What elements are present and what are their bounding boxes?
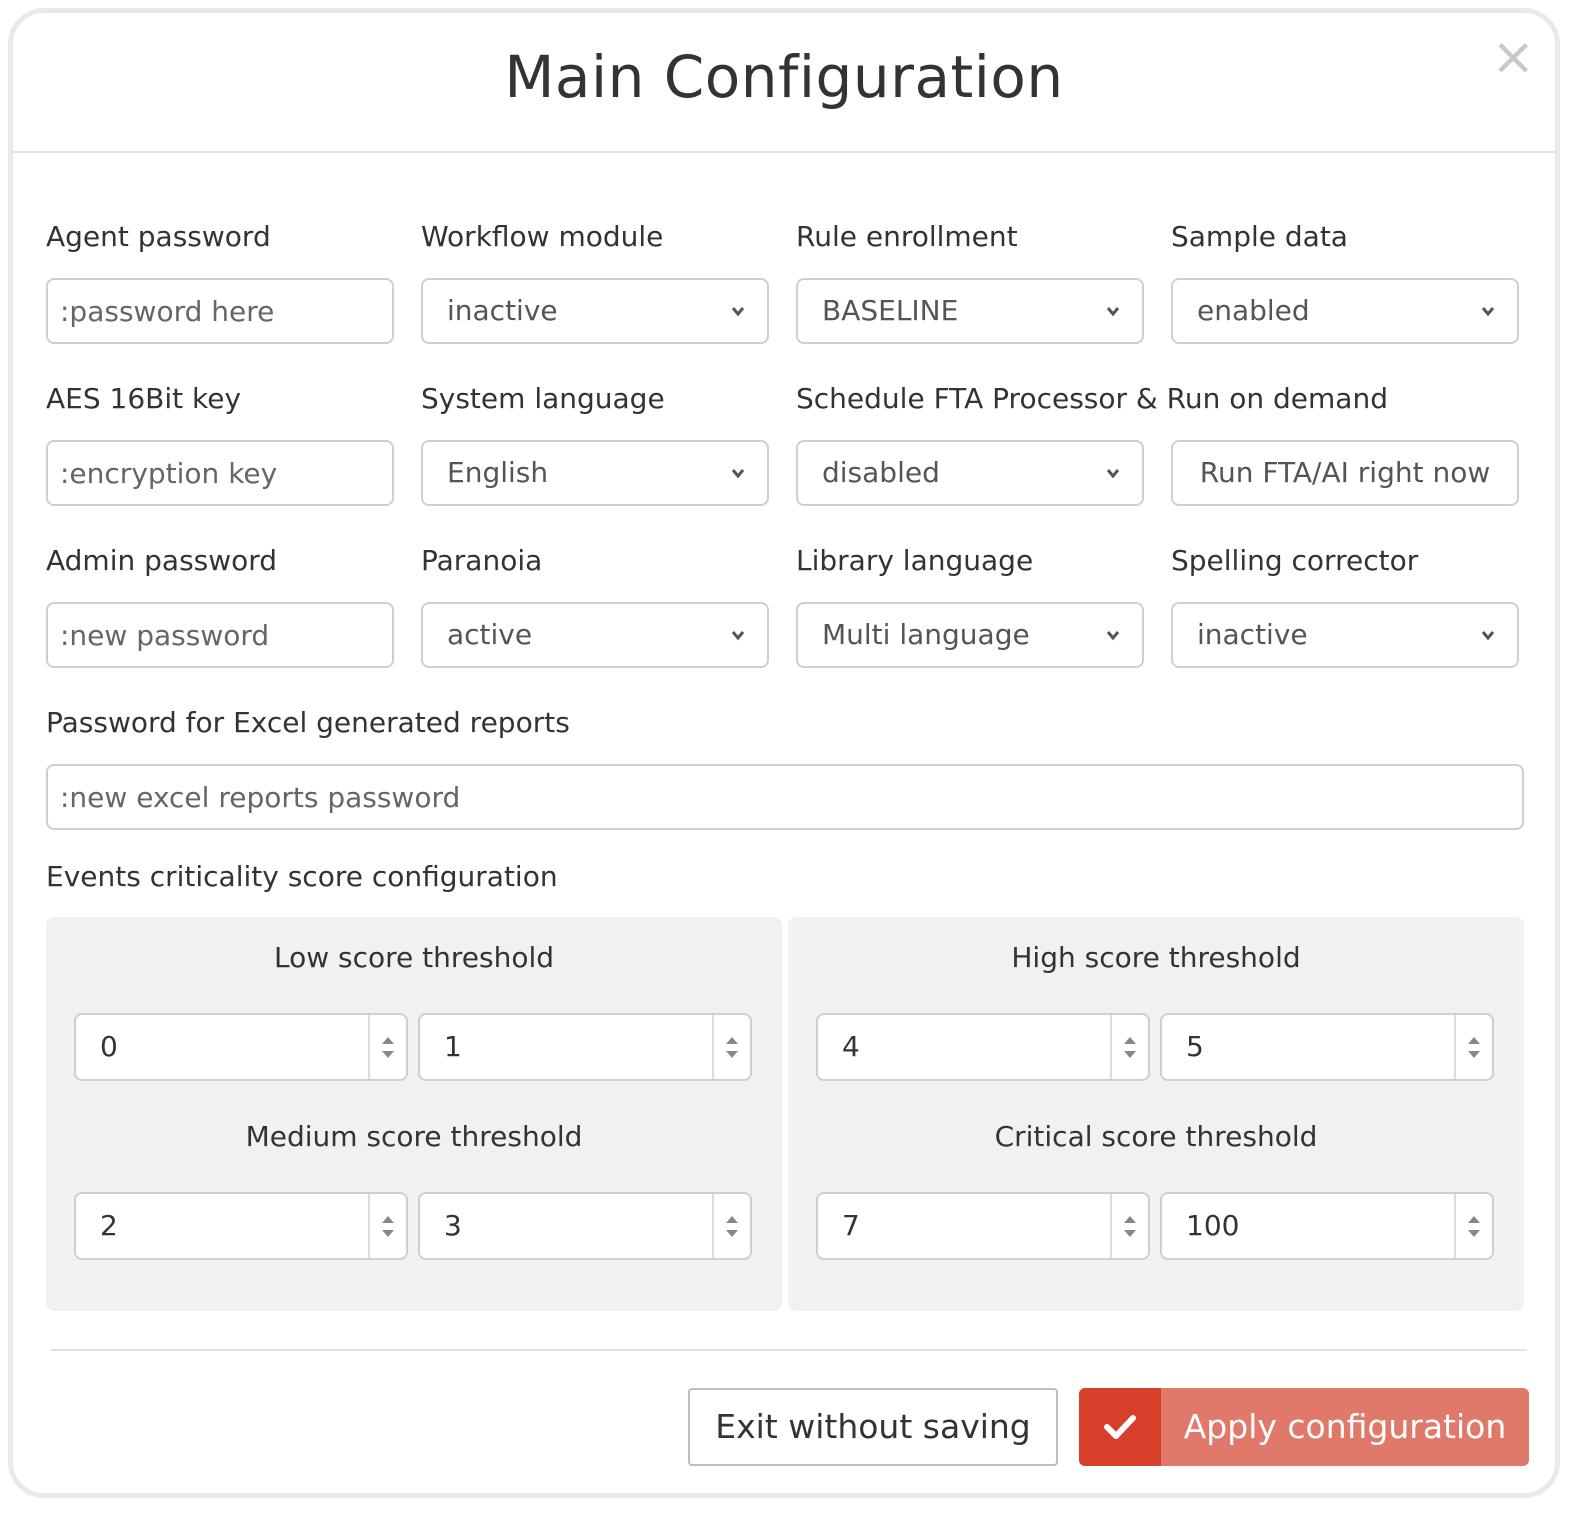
library-language-label: Library language [796, 544, 1034, 577]
dialog-header: Main Configuration × [13, 13, 1555, 153]
score-panel-right: High score threshold 4 5 Critical score … [788, 917, 1524, 1311]
critical-threshold-max-value: 100 [1186, 1209, 1240, 1242]
medium-threshold-min-value: 2 [100, 1209, 118, 1242]
agent-password-input[interactable] [46, 278, 394, 344]
workflow-module-value: inactive [447, 294, 558, 327]
schedule-fta-select[interactable]: disabled [796, 440, 1144, 506]
spinner-icon[interactable] [368, 1015, 406, 1079]
aes-key-input[interactable] [46, 440, 394, 506]
excel-password-input[interactable] [46, 764, 1524, 830]
chevron-down-icon [1106, 631, 1120, 641]
workflow-module-select[interactable]: inactive [421, 278, 769, 344]
spinner-icon[interactable] [368, 1194, 406, 1258]
admin-password-label: Admin password [46, 544, 278, 577]
score-section-label: Events criticality score configuration [46, 860, 558, 893]
sample-data-select[interactable]: enabled [1171, 278, 1519, 344]
spinner-icon[interactable] [1110, 1015, 1148, 1079]
chevron-down-icon [731, 469, 745, 479]
medium-threshold-min-input[interactable]: 2 [74, 1192, 408, 1260]
aes-key-label: AES 16Bit key [46, 382, 242, 415]
high-threshold-min-input[interactable]: 4 [816, 1013, 1150, 1081]
library-language-value: Multi language [822, 618, 1030, 651]
sample-data-label: Sample data [1171, 220, 1348, 253]
configuration-dialog: Main Configuration × Agent password Work… [8, 8, 1560, 1498]
rule-enrollment-label: Rule enrollment [796, 220, 1018, 253]
paranoia-label: Paranoia [421, 544, 543, 577]
spinner-icon[interactable] [1110, 1194, 1148, 1258]
chevron-down-icon [1106, 307, 1120, 317]
critical-threshold-label: Critical score threshold [994, 1120, 1318, 1153]
library-language-select[interactable]: Multi language [796, 602, 1144, 668]
high-threshold-max-input[interactable]: 5 [1160, 1013, 1494, 1081]
chevron-down-icon [731, 307, 745, 317]
system-language-select[interactable]: English [421, 440, 769, 506]
rule-enrollment-select[interactable]: BASELINE [796, 278, 1144, 344]
exit-without-saving-button[interactable]: Exit without saving [688, 1388, 1058, 1466]
dialog-title: Main Configuration [504, 43, 1064, 111]
chevron-down-icon [1106, 469, 1120, 479]
medium-threshold-max-value: 3 [444, 1209, 462, 1242]
high-threshold-label: High score threshold [1011, 941, 1301, 974]
schedule-fta-value: disabled [822, 456, 940, 489]
chevron-down-icon [731, 631, 745, 641]
system-language-value: English [447, 456, 549, 489]
workflow-module-label: Workflow module [421, 220, 664, 253]
system-language-label: System language [421, 382, 665, 415]
critical-threshold-max-input[interactable]: 100 [1160, 1192, 1494, 1260]
spelling-corrector-value: inactive [1197, 618, 1308, 651]
schedule-fta-label: Schedule FTA Processor & Run on demand [796, 382, 1388, 415]
apply-configuration-label: Apply configuration [1161, 1388, 1529, 1466]
paranoia-value: active [447, 618, 533, 651]
footer-divider [51, 1349, 1527, 1351]
low-threshold-min-input[interactable]: 0 [74, 1013, 408, 1081]
medium-threshold-label: Medium score threshold [245, 1120, 583, 1153]
paranoia-select[interactable]: active [421, 602, 769, 668]
spelling-corrector-select[interactable]: inactive [1171, 602, 1519, 668]
checkmark-icon [1104, 1415, 1136, 1439]
sample-data-value: enabled [1197, 294, 1310, 327]
close-icon[interactable]: × [1491, 31, 1535, 83]
chevron-down-icon [1481, 631, 1495, 641]
run-fta-button[interactable]: Run FTA/AI right now [1171, 440, 1519, 506]
apply-icon-box [1079, 1388, 1161, 1466]
spelling-corrector-label: Spelling corrector [1171, 544, 1419, 577]
apply-configuration-button[interactable]: Apply configuration [1079, 1388, 1529, 1466]
medium-threshold-max-input[interactable]: 3 [418, 1192, 752, 1260]
spinner-icon[interactable] [712, 1015, 750, 1079]
low-threshold-min-value: 0 [100, 1030, 118, 1063]
low-threshold-label: Low score threshold [273, 941, 555, 974]
chevron-down-icon [1481, 307, 1495, 317]
spinner-icon[interactable] [1454, 1015, 1492, 1079]
high-threshold-max-value: 5 [1186, 1030, 1204, 1063]
low-threshold-max-input[interactable]: 1 [418, 1013, 752, 1081]
low-threshold-max-value: 1 [444, 1030, 462, 1063]
spinner-icon[interactable] [712, 1194, 750, 1258]
critical-threshold-min-value: 7 [842, 1209, 860, 1242]
agent-password-label: Agent password [46, 220, 271, 253]
score-panel-left: Low score threshold 0 1 Medium score thr… [46, 917, 782, 1311]
high-threshold-min-value: 4 [842, 1030, 860, 1063]
spinner-icon[interactable] [1454, 1194, 1492, 1258]
excel-password-label: Password for Excel generated reports [46, 706, 570, 739]
admin-password-input[interactable] [46, 602, 394, 668]
critical-threshold-min-input[interactable]: 7 [816, 1192, 1150, 1260]
rule-enrollment-value: BASELINE [822, 294, 959, 327]
